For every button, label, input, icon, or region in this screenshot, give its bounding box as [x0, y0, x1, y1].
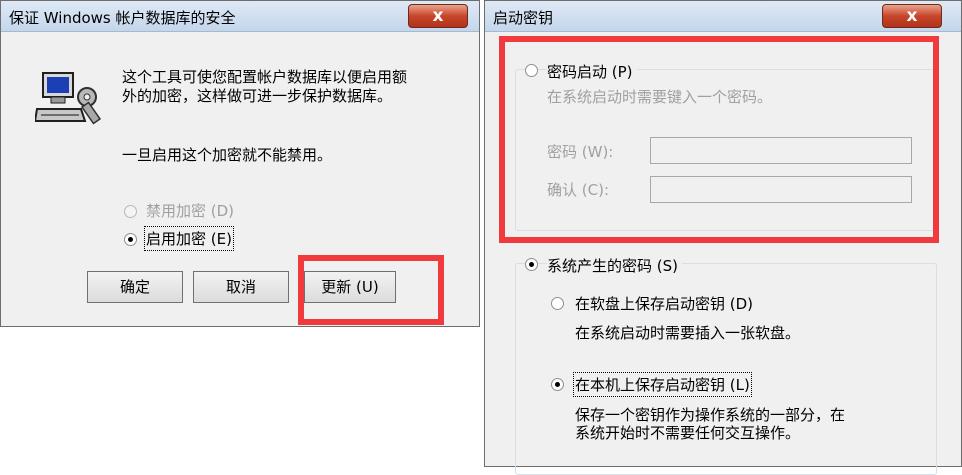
floppy-radio[interactable]	[551, 297, 564, 310]
highlight-update	[298, 255, 444, 325]
system-generated-label[interactable]: 系统产生的密码 (S)	[547, 255, 682, 276]
computer-key-icon	[35, 72, 102, 125]
close-button[interactable]: x	[408, 4, 468, 28]
disable-encryption-radio[interactable]	[124, 205, 137, 218]
warning-text: 一旦启用这个加密就不能禁用。	[122, 146, 333, 164]
floppy-label[interactable]: 在软盘上保存启动密钥 (D)	[575, 293, 753, 314]
local-radio[interactable]	[551, 378, 564, 391]
local-desc-line-2: 系统开始时不需要任何交互操作。	[575, 424, 801, 442]
enable-encryption-radio[interactable]	[124, 233, 137, 246]
floppy-desc: 在系统启动时需要插入一张软盘。	[575, 324, 801, 342]
local-label[interactable]: 在本机上保存启动密钥 (L)	[573, 372, 752, 397]
close-icon: x	[906, 6, 918, 26]
title-bar: 保证 Windows 帐户数据库的安全 x	[1, 1, 479, 32]
cancel-button[interactable]: 取消	[193, 271, 289, 303]
highlight-password-startup	[499, 36, 939, 243]
disable-encryption-label[interactable]: 禁用加密 (D)	[146, 200, 234, 221]
close-icon: x	[432, 6, 444, 26]
dialog-title: 保证 Windows 帐户数据库的安全	[9, 9, 236, 27]
dialog-title: 启动密钥	[493, 9, 554, 27]
ok-button[interactable]: 确定	[87, 271, 183, 303]
system-generated-radio[interactable]	[525, 258, 538, 271]
title-bar: 启动密钥 x	[485, 1, 961, 32]
description-line-1: 这个工具可使您配置帐户数据库以便启用额	[122, 68, 408, 86]
description-line-2: 外的加密，这样做可进一步保护数据库。	[122, 87, 393, 105]
enable-encryption-label[interactable]: 启用加密 (E)	[144, 226, 234, 251]
close-button[interactable]: x	[882, 4, 942, 28]
